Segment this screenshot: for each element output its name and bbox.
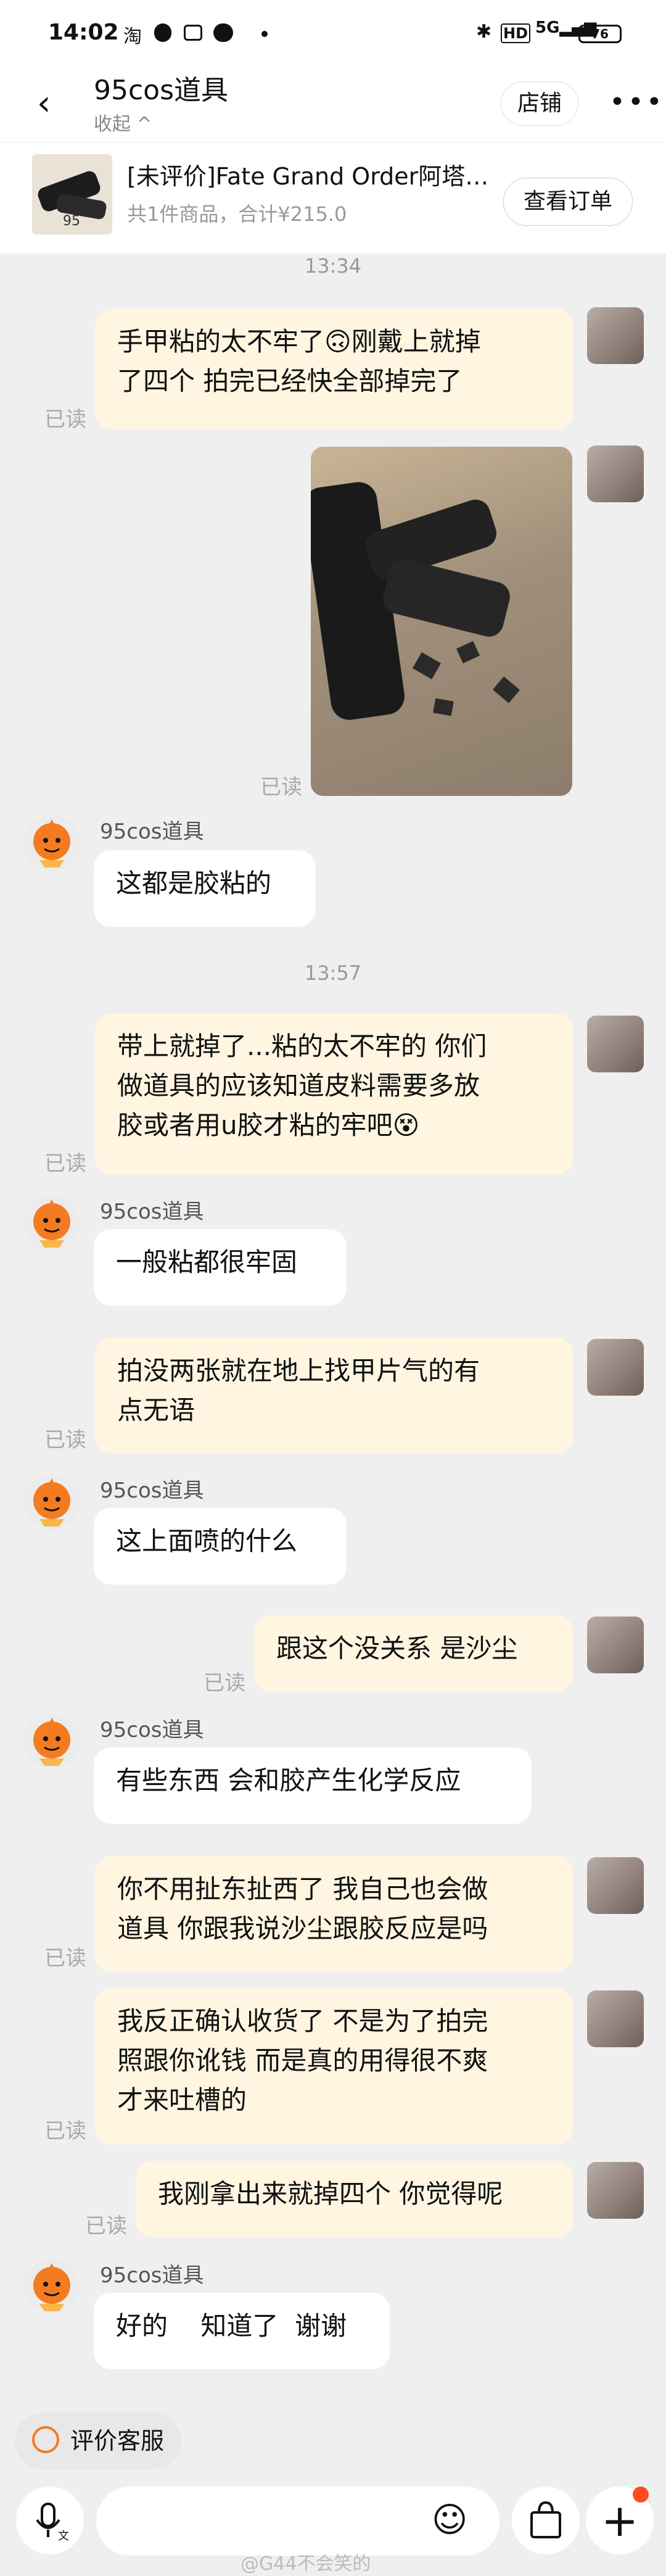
hd-icon: HD — [501, 23, 531, 43]
shopping-bag-button[interactable] — [512, 2487, 580, 2554]
my-avatar[interactable] — [587, 307, 644, 364]
dot-icon — [261, 31, 268, 37]
taobao-mascot-icon — [33, 2263, 70, 2311]
my-message[interactable]: 我刚拿出来就掉四个 你觉得呢 — [136, 2161, 574, 2237]
my-message[interactable]: 拍没两张就在地上找甲片气的有 点无语 — [95, 1338, 574, 1454]
battery-icon: 76 — [578, 25, 622, 43]
seller-message[interactable]: 好的 知道了 谢谢 — [94, 2293, 390, 2369]
read-receipt: 已读 — [260, 775, 302, 800]
my-message[interactable]: 带上就掉了...粘的太不牢的 你们 做道具的应该知道皮料需要多放 胶或者用u胶才… — [95, 1013, 574, 1175]
svg-text:文: 文 — [58, 2530, 69, 2543]
my-message[interactable]: 跟这个没关系 是沙尘 — [254, 1615, 574, 1692]
seller-avatar[interactable] — [23, 814, 80, 871]
taobao-mascot-icon — [33, 1718, 70, 1766]
my-message[interactable]: 你不用扯东扯西了 我自己也会做 道具 你跟我说沙尘跟胶反应是吗 — [95, 1856, 574, 1972]
product-thumbnail[interactable]: 95 — [32, 154, 112, 234]
taobao-mascot-icon — [33, 1199, 70, 1248]
watermark: @G44不会笑的 — [240, 2553, 371, 2575]
product-title[interactable]: [未评价]Fate Grand Order阿塔兰… — [127, 157, 497, 191]
taobao-icon: 淘 — [123, 26, 142, 48]
sender-name: 95cos道具 — [100, 2263, 204, 2288]
product-image-label: 95 — [63, 213, 80, 229]
qq-icon — [154, 23, 171, 42]
view-order-button[interactable]: 查看订单 — [503, 178, 633, 226]
my-avatar[interactable] — [587, 445, 644, 502]
my-avatar[interactable] — [587, 2162, 644, 2219]
sender-name: 95cos道具 — [100, 1199, 204, 1224]
back-arrow-icon[interactable]: ‹ — [37, 86, 51, 121]
my-avatar[interactable] — [587, 1016, 644, 1072]
seller-avatar[interactable] — [23, 2258, 80, 2315]
seller-avatar[interactable] — [23, 1713, 80, 1770]
seller-message[interactable]: 这都是胶粘的 — [94, 850, 316, 927]
store-button[interactable]: 店铺 — [501, 81, 578, 126]
read-receipt: 已读 — [44, 1946, 86, 1971]
taobao-mascot-icon — [33, 819, 70, 868]
my-avatar[interactable] — [587, 1857, 644, 1914]
seller-avatar[interactable] — [23, 1195, 80, 1251]
read-receipt: 已读 — [44, 1428, 86, 1452]
bluetooth-icon: ✱ — [476, 21, 492, 43]
my-message[interactable]: 我反正确认收货了 不是为了拍完 照跟你讹钱 而是真的用得很不爽 才来吐槽的 — [95, 1988, 574, 2145]
taobao-mascot-icon — [33, 1478, 70, 1526]
voice-input-button[interactable]: 文 — [16, 2487, 84, 2554]
timestamp: 13:34 — [304, 254, 362, 278]
seller-message[interactable]: 这上面喷的什么 — [94, 1508, 347, 1584]
more-icon[interactable]: ••• — [609, 86, 665, 118]
timestamp: 13:57 — [304, 961, 362, 985]
my-avatar[interactable] — [587, 1990, 644, 2047]
notification-dot — [633, 2487, 649, 2503]
read-receipt: 已读 — [44, 2119, 86, 2143]
my-message[interactable]: 手甲粘的太不牢了🙃刚戴上就掉 了四个 拍完已经快全部掉完了 — [95, 309, 574, 429]
smile-icon — [32, 2426, 59, 2453]
weibo-icon — [213, 23, 233, 42]
bilibili-icon — [184, 25, 202, 41]
shop-name[interactable]: 95cos道具 — [94, 68, 228, 107]
collapse-toggle[interactable]: 收起 ^ — [94, 109, 152, 136]
sender-name: 95cos道具 — [100, 1718, 204, 1742]
emoji-icon[interactable]: ☺ — [432, 2500, 467, 2540]
read-receipt: 已读 — [85, 2214, 127, 2238]
shopping-bag-icon — [530, 2501, 561, 2538]
my-avatar[interactable] — [587, 1617, 644, 1673]
sent-photo[interactable] — [311, 447, 572, 796]
my-avatar[interactable] — [587, 1339, 644, 1396]
product-summary: 共1件商品，合计¥215.0 — [127, 202, 347, 226]
read-receipt: 已读 — [44, 1151, 86, 1176]
rate-service-button[interactable]: 评价客服 — [15, 2412, 181, 2469]
status-time: 14:02 — [48, 20, 119, 45]
seller-message[interactable]: 一般粘都很牢固 — [94, 1229, 347, 1306]
rate-service-label: 评价客服 — [70, 2427, 165, 2454]
seller-avatar[interactable] — [23, 1473, 80, 1530]
read-receipt: 已读 — [204, 1671, 245, 1696]
microphone-icon: 文 — [36, 2503, 69, 2543]
sender-name: 95cos道具 — [100, 819, 204, 844]
seller-message[interactable]: 有些东西 会和胶产生化学反应 — [94, 1747, 532, 1824]
read-receipt: 已读 — [44, 407, 86, 432]
sender-name: 95cos道具 — [100, 1478, 204, 1503]
